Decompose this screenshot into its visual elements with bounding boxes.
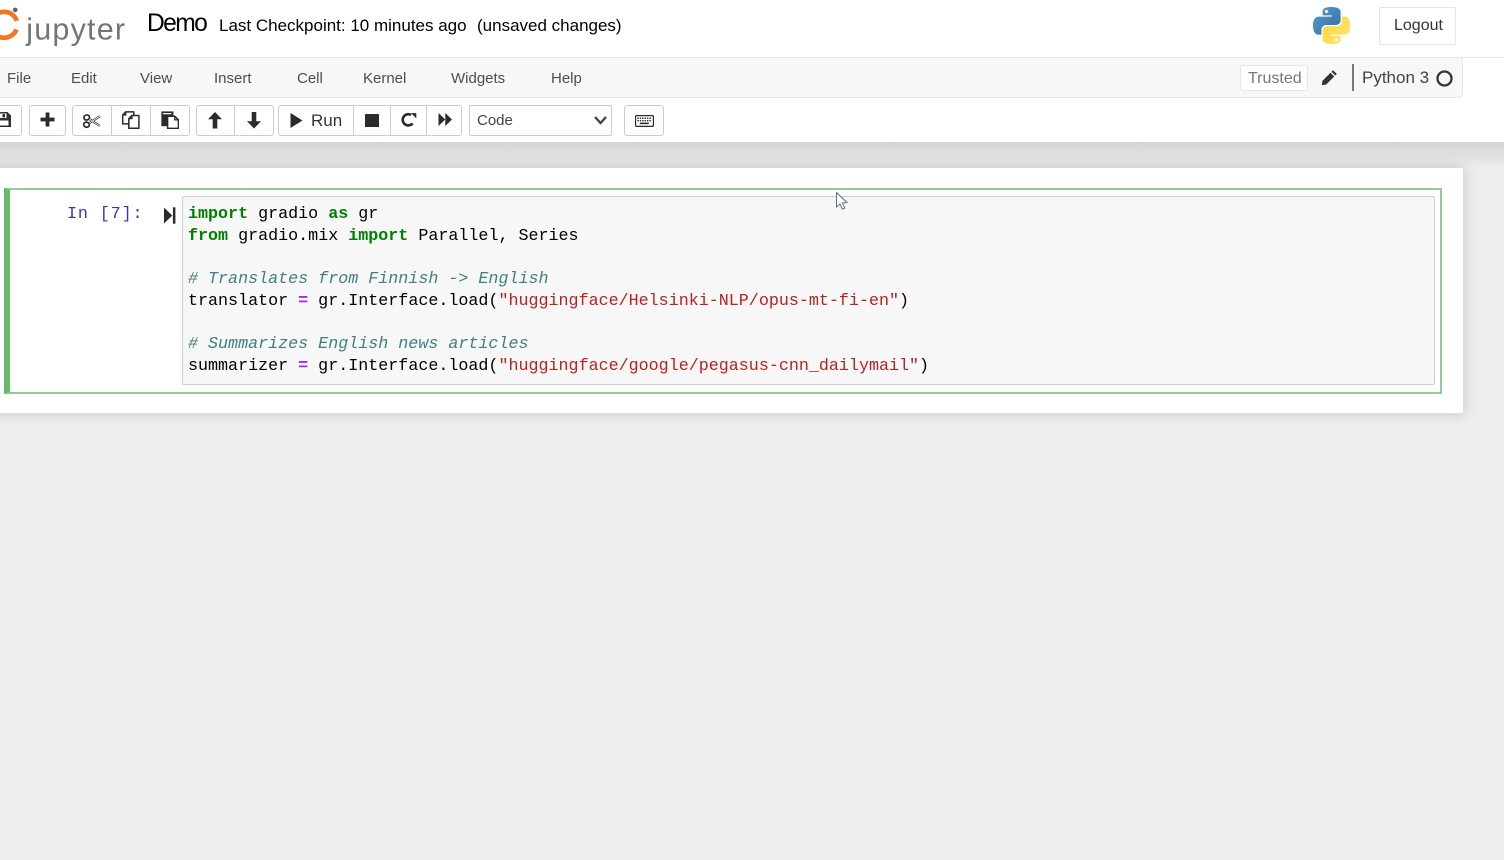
svg-text:jupyter: jupyter (25, 12, 126, 46)
